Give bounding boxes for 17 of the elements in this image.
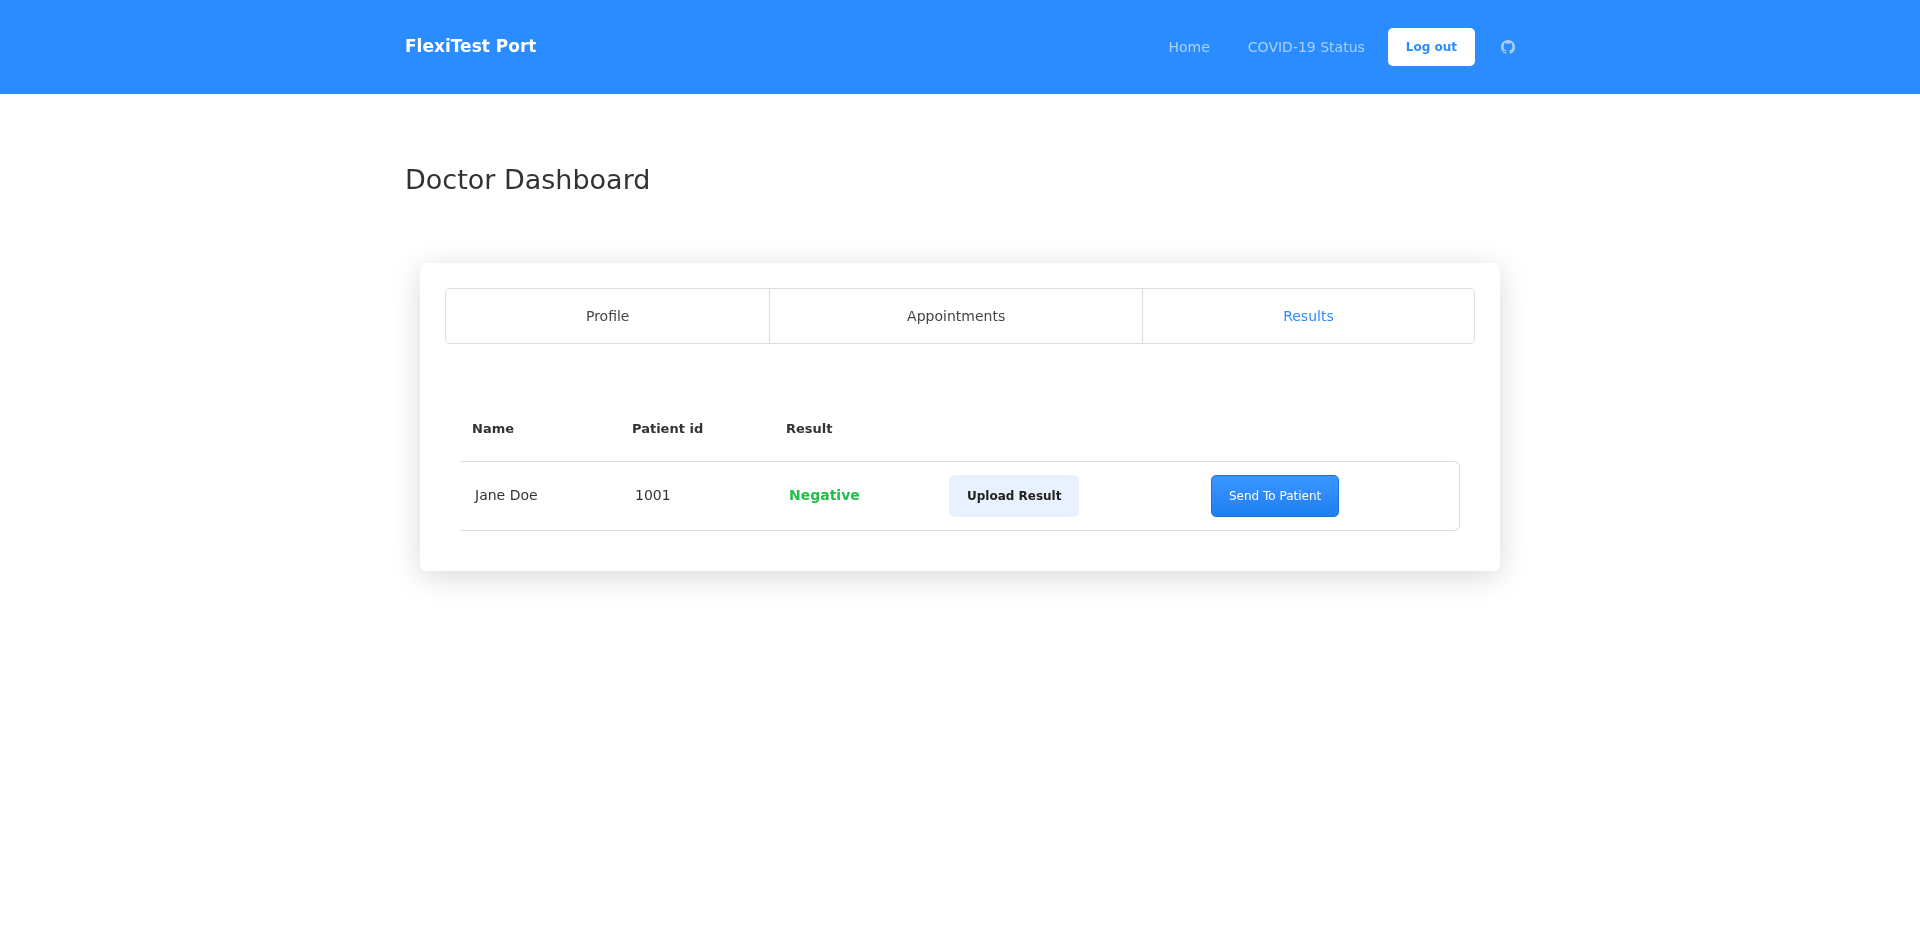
status-link[interactable]: COVID-19 Status	[1247, 36, 1365, 58]
column-header: Result	[786, 420, 834, 439]
table-cell: 1001	[635, 487, 671, 504]
tab[interactable]: Appointments	[769, 289, 1142, 344]
home-link[interactable]: Home	[1168, 36, 1210, 58]
page-title: Doctor Dashboard	[405, 164, 652, 197]
column-header: Name	[472, 420, 515, 439]
upload-button[interactable]: Upload Result	[949, 474, 1080, 517]
tab[interactable]: Results	[1141, 289, 1474, 344]
logout-button[interactable]: Log out	[1387, 28, 1475, 66]
result-status: Negative	[789, 487, 860, 504]
tab[interactable]: Profile	[446, 289, 770, 344]
send-button[interactable]: Send To Patient	[1211, 474, 1340, 517]
column-header: Patient id	[632, 420, 705, 439]
github-icon[interactable]	[1501, 40, 1515, 54]
table-cell: Jane Doe	[475, 487, 538, 504]
brand-name[interactable]: FlexiTest Port	[405, 34, 537, 60]
